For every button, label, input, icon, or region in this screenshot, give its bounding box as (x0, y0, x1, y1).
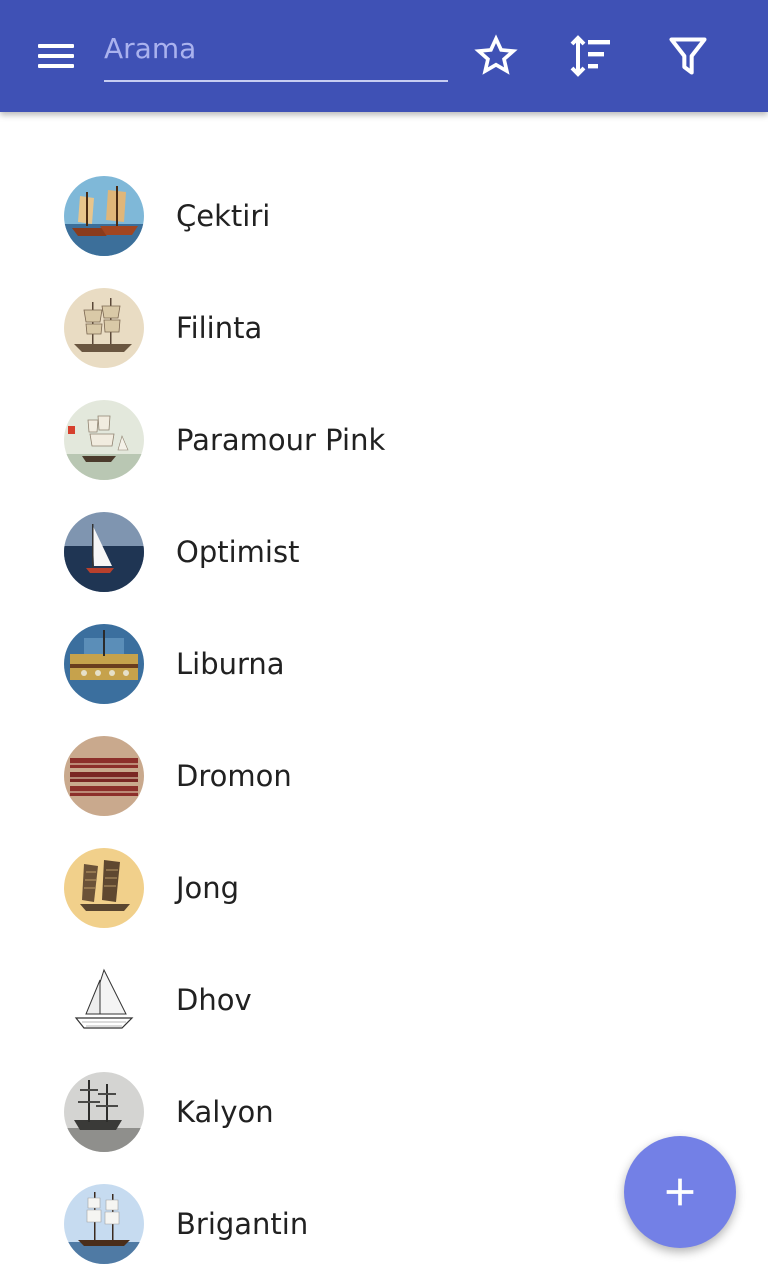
ship-list: Çektiri Filinta Paramour Pink Optimist L… (0, 160, 768, 1280)
app-bar (0, 0, 768, 112)
ship-thumbnail (64, 400, 144, 480)
item-label: Liburna (176, 647, 285, 681)
ship-thumbnail (64, 736, 144, 816)
list-item[interactable]: Jong (0, 832, 768, 944)
ship-thumbnail (64, 1184, 144, 1264)
star-outline-icon (474, 34, 518, 75)
list-item[interactable]: Liburna (0, 608, 768, 720)
sort-icon (570, 35, 610, 77)
item-label: Kalyon (176, 1095, 274, 1129)
item-label: Paramour Pink (176, 423, 386, 457)
list-item[interactable]: Çektiri (0, 160, 768, 272)
list-item[interactable]: Filinta (0, 272, 768, 384)
menu-button[interactable] (24, 32, 88, 80)
ship-thumbnail (64, 1072, 144, 1152)
ship-thumbnail (64, 624, 144, 704)
item-label: Jong (176, 871, 240, 905)
ship-thumbnail (64, 960, 144, 1040)
item-label: Dhov (176, 983, 252, 1017)
item-label: Çektiri (176, 199, 271, 233)
ship-thumbnail (64, 288, 144, 368)
list-item[interactable]: Optimist (0, 496, 768, 608)
item-label: Optimist (176, 535, 300, 569)
ship-thumbnail (64, 176, 144, 256)
item-label: Brigantin (176, 1207, 309, 1241)
list-item[interactable]: Paramour Pink (0, 384, 768, 496)
favorites-button[interactable] (464, 24, 528, 88)
sort-button[interactable] (560, 24, 624, 88)
item-label: Dromon (176, 759, 292, 793)
list-item[interactable]: Dhov (0, 944, 768, 1056)
filter-icon (669, 37, 707, 75)
search-underline (104, 80, 448, 82)
add-button[interactable] (624, 1136, 736, 1248)
item-label: Filinta (176, 311, 263, 345)
search-field[interactable] (104, 22, 448, 82)
list-item[interactable]: Dromon (0, 720, 768, 832)
ship-thumbnail (64, 848, 144, 928)
filter-button[interactable] (656, 24, 720, 88)
plus-icon (666, 1178, 694, 1206)
ship-thumbnail (64, 512, 144, 592)
search-input[interactable] (104, 22, 448, 80)
